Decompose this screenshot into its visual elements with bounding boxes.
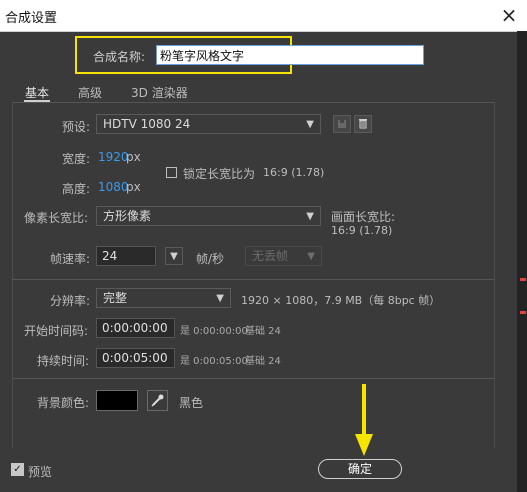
resolution-label: 分辨率: [50,294,91,308]
chevron-down-icon: ▼ [307,251,315,262]
arrow-down-annotation-icon [355,384,373,456]
panel-border [12,103,13,448]
chevron-down-icon: ▼ [216,293,224,304]
strip-marker [520,278,526,281]
background-color-label: 背景颜色: [37,396,90,410]
pixel-aspect-dropdown[interactable]: 方形像素 ▼ [96,206,321,226]
strip-marker [520,311,526,314]
duration-field[interactable]: 0:00:05:00 [96,348,175,368]
lock-ratio-label: 锁定长宽比为 [183,167,256,181]
start-timecode-base: 基础 24 [245,326,281,337]
title-bar: 合成设置 × [0,0,527,32]
frame-rate-field[interactable]: 24 [96,246,156,266]
chevron-down-icon: ▼ [306,119,314,130]
start-timecode-note: 是 0:00:00:00 [180,326,248,337]
panel-border [494,103,495,448]
duration-note: 是 0:00:05:00 [180,356,248,367]
lock-ratio-checkbox[interactable] [166,167,177,178]
preview-label: 预览 [28,465,53,479]
lock-ratio-value: 16:9 (1.78) [263,166,325,179]
background-app-strip [517,31,527,492]
section-divider [12,378,494,379]
pixel-aspect-value: 方形像素 [103,209,152,223]
frame-aspect-value: 16:9 (1.78) [331,224,393,237]
frame-rate-value: 24 [102,249,118,263]
tab-advanced[interactable]: 高级 [78,84,102,101]
eyedropper-icon[interactable] [147,390,168,411]
drop-frame-value: 无丢帧 [252,249,289,263]
tab-basic[interactable]: 基本 [25,84,49,101]
frame-rate-unit: 帧/秒 [196,252,225,266]
resolution-value: 完整 [103,291,128,305]
section-divider [12,279,494,280]
preset-dropdown[interactable]: HDTV 1080 24 ▼ [96,114,321,134]
tab-divider [12,102,495,103]
preset-label: 预设: [62,120,91,134]
tab-3d-renderer[interactable]: 3D 渲染器 [131,84,188,101]
height-value[interactable]: 1080 [98,180,129,194]
window-title: 合成设置 [5,11,58,26]
start-timecode-value: 0:00:00:00 [102,321,168,335]
frame-rate-dropdown-button[interactable]: ▼ [165,247,183,265]
width-label: 宽度: [62,152,91,166]
close-icon[interactable]: × [497,2,521,28]
background-color-name: 黑色 [179,396,204,410]
save-preset-icon[interactable] [333,115,351,133]
duration-value: 0:00:05:00 [102,351,168,365]
comp-name-input[interactable] [156,45,424,65]
width-unit: px [126,150,141,164]
background-color-swatch[interactable] [96,390,138,411]
chevron-down-icon: ▼ [170,251,178,262]
trash-icon[interactable] [354,115,372,133]
height-label: 高度: [62,182,91,196]
ok-button[interactable]: 确定 [318,459,402,479]
width-value[interactable]: 1920 [98,150,129,164]
chevron-down-icon: ▼ [306,211,314,222]
resolution-dropdown[interactable]: 完整 ▼ [96,288,231,308]
height-unit: px [126,180,141,194]
preset-value: HDTV 1080 24 [103,117,191,131]
preview-checkbox[interactable]: ✓ [11,463,24,476]
frame-rate-label: 帧速率: [50,252,91,266]
checkmark-icon: ✓ [13,464,22,475]
duration-base: 基础 24 [245,356,281,367]
comp-name-label: 合成名称: [93,50,146,64]
start-timecode-label: 开始时间码: [24,324,89,338]
drop-frame-dropdown: 无丢帧 ▼ [245,246,322,266]
pixel-aspect-label: 像素长宽比: [24,211,89,225]
frame-aspect-label: 画面长宽比: [331,210,396,224]
ok-button-label: 确定 [347,462,372,476]
start-timecode-field[interactable]: 0:00:00:00 [96,318,175,338]
duration-label: 持续时间: [37,354,90,368]
resolution-info: 1920 × 1080，7.9 MB（每 8bpc 帧） [241,294,441,307]
